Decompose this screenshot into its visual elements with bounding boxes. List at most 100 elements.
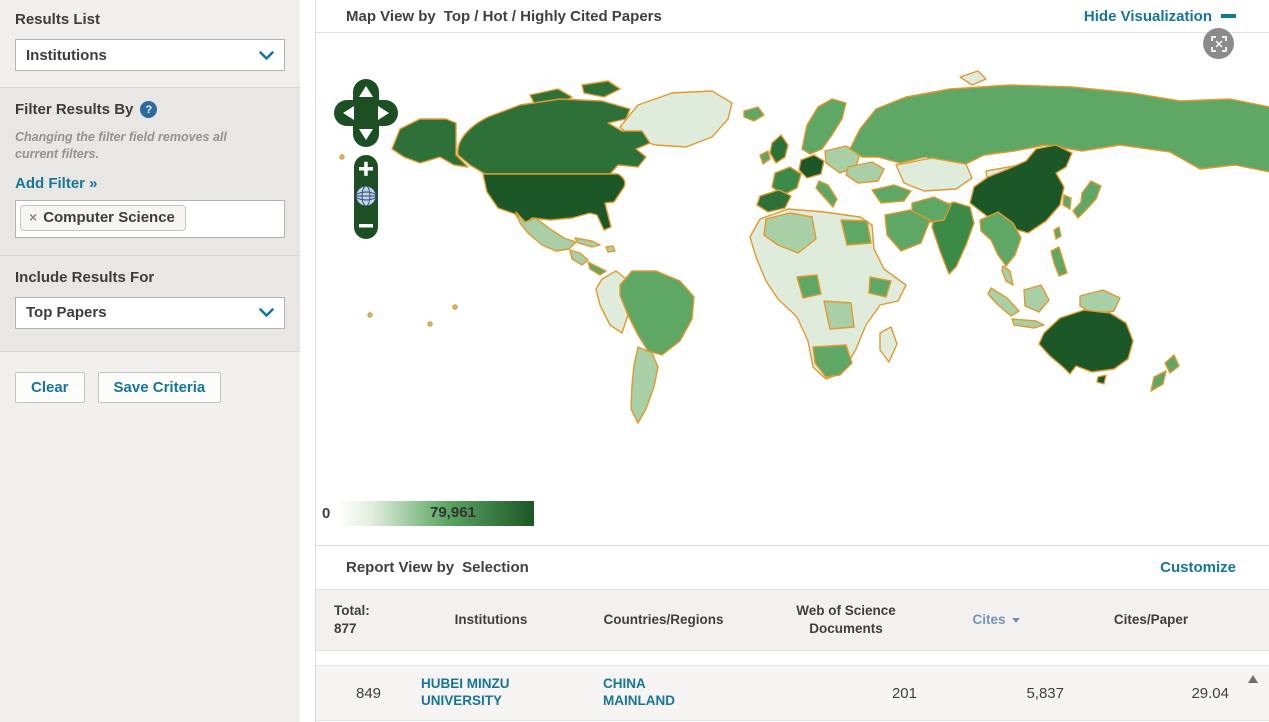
map-region[interactable] xyxy=(581,80,621,98)
chevron-down-icon xyxy=(259,50,274,60)
map-region[interactable] xyxy=(759,150,771,165)
map-region[interactable] xyxy=(801,98,847,155)
map-region[interactable] xyxy=(823,300,855,330)
country-link[interactable]: CHINA MAINLAND xyxy=(603,676,688,710)
col-header-countries[interactable]: Countries/Regions xyxy=(561,611,766,629)
filter-heading-label: Filter Results By xyxy=(15,101,134,118)
map-region[interactable] xyxy=(798,154,825,179)
row-cites-paper: 29.04 xyxy=(1191,684,1229,702)
results-list-section: Results List Institutions xyxy=(0,0,300,88)
map-region[interactable] xyxy=(605,245,616,253)
map-region[interactable] xyxy=(1062,194,1072,210)
map-region[interactable] xyxy=(1150,370,1167,392)
legend-max: 79,961 xyxy=(430,504,476,521)
total-label: Total: xyxy=(334,603,370,619)
table-header-row: Total: 877 Institutions Countries/Region… xyxy=(316,589,1269,651)
map-region[interactable] xyxy=(457,98,651,175)
total-count: Total: 877 xyxy=(316,602,421,637)
filter-sidebar: Results List Institutions Filter Results… xyxy=(0,0,300,722)
map-region[interactable] xyxy=(569,249,589,266)
map-region[interactable] xyxy=(630,346,659,424)
map-region[interactable] xyxy=(1164,354,1180,374)
map-region[interactable] xyxy=(769,134,789,164)
map-region[interactable] xyxy=(1011,318,1045,329)
map-header: Map View by Top / Hot / Highly Cited Pape… xyxy=(316,0,1269,33)
map-region[interactable] xyxy=(871,184,912,204)
report-view-title: Report View by Selection xyxy=(346,559,529,576)
chevron-down-icon xyxy=(259,308,274,318)
table-gap xyxy=(316,651,1269,665)
map-region[interactable] xyxy=(879,326,898,363)
map-controls xyxy=(334,79,398,239)
remove-filter-icon[interactable]: × xyxy=(29,209,37,225)
map-region[interactable] xyxy=(1023,284,1050,313)
map-region[interactable] xyxy=(452,304,458,310)
fullscreen-button[interactable] xyxy=(1203,28,1234,59)
filter-tags-box[interactable]: × Computer Science xyxy=(15,199,285,238)
results-list-value: Institutions xyxy=(26,46,107,64)
globe-icon[interactable] xyxy=(355,185,377,207)
hide-visualization-label: Hide Visualization xyxy=(1083,7,1212,25)
filter-tag[interactable]: × Computer Science xyxy=(20,204,186,231)
include-results-value: Top Papers xyxy=(26,304,107,322)
map-region[interactable] xyxy=(1053,226,1062,240)
main-panel: Map View by Top / Hot / Highly Cited Pape… xyxy=(315,0,1269,722)
col-header-wos-documents[interactable]: Web of Science Documents xyxy=(766,602,926,637)
hide-visualization-link[interactable]: Hide Visualization xyxy=(1084,8,1236,25)
save-criteria-button[interactable]: Save Criteria xyxy=(97,371,222,403)
map-region[interactable] xyxy=(1001,265,1014,286)
map-region[interactable] xyxy=(1072,180,1102,219)
criteria-actions: Clear Save Criteria xyxy=(0,351,300,423)
zoom-out-icon[interactable] xyxy=(359,224,373,228)
cites-label: Cites xyxy=(972,612,1006,628)
map-region[interactable] xyxy=(756,189,792,213)
col-header-institutions[interactable]: Institutions xyxy=(421,611,561,629)
map-region[interactable] xyxy=(1038,309,1134,375)
map-region[interactable] xyxy=(743,106,765,122)
pan-control[interactable] xyxy=(334,79,398,147)
map-region[interactable] xyxy=(959,70,987,86)
map-region[interactable] xyxy=(619,270,695,356)
map-region[interactable] xyxy=(1050,246,1068,277)
row-cites: 5,837 xyxy=(1026,684,1064,702)
map-region[interactable] xyxy=(587,261,607,276)
map-region[interactable] xyxy=(987,287,1020,317)
zoom-control[interactable] xyxy=(354,155,378,239)
map-region[interactable] xyxy=(884,209,931,252)
filter-section: Filter Results By ? Changing the filter … xyxy=(0,88,300,256)
map-region[interactable] xyxy=(574,237,601,248)
filter-tag-label: Computer Science xyxy=(43,208,175,226)
map-legend: 0 79,961 xyxy=(322,501,534,526)
map-region[interactable] xyxy=(427,321,433,327)
results-list-select[interactable]: Institutions xyxy=(15,39,285,71)
customize-link[interactable]: Customize xyxy=(1160,559,1236,576)
table-row: 849 HUBEI MINZU UNIVERSITY CHINA MAINLAN… xyxy=(316,665,1269,721)
filter-heading: Filter Results By ? xyxy=(15,101,285,118)
scroll-up-arrow[interactable] xyxy=(1248,675,1258,683)
map-region[interactable] xyxy=(391,118,469,168)
esi-app: Results List Institutions Filter Results… xyxy=(0,0,1269,722)
map-region[interactable] xyxy=(840,219,872,246)
legend-gradient-bar: 79,961 xyxy=(338,501,534,526)
fullscreen-icon xyxy=(1210,35,1227,52)
help-icon[interactable]: ? xyxy=(140,101,158,118)
map-region[interactable] xyxy=(815,180,838,208)
world-map[interactable] xyxy=(320,57,1269,475)
zoom-in-icon[interactable] xyxy=(364,161,368,176)
include-results-section: Include Results For Top Papers xyxy=(0,255,300,352)
clear-button[interactable]: Clear xyxy=(15,371,85,403)
add-filter-link[interactable]: Add Filter » xyxy=(15,175,98,192)
row-docs: 201 xyxy=(891,684,917,702)
total-value: 877 xyxy=(334,621,357,636)
minimize-icon xyxy=(1221,14,1236,18)
row-rank: 849 xyxy=(355,684,382,702)
filter-note: Changing the filter field removes all cu… xyxy=(15,130,227,161)
map-region[interactable] xyxy=(367,312,373,318)
col-header-cites-paper[interactable]: Cites/Paper xyxy=(1066,611,1236,629)
map-region[interactable] xyxy=(482,173,626,231)
map-region[interactable] xyxy=(895,157,973,192)
include-results-select[interactable]: Top Papers xyxy=(15,296,285,329)
map-region[interactable] xyxy=(1096,374,1107,385)
col-header-cites[interactable]: Cites xyxy=(926,611,1066,629)
institution-link[interactable]: HUBEI MINZU UNIVERSITY xyxy=(421,676,531,710)
